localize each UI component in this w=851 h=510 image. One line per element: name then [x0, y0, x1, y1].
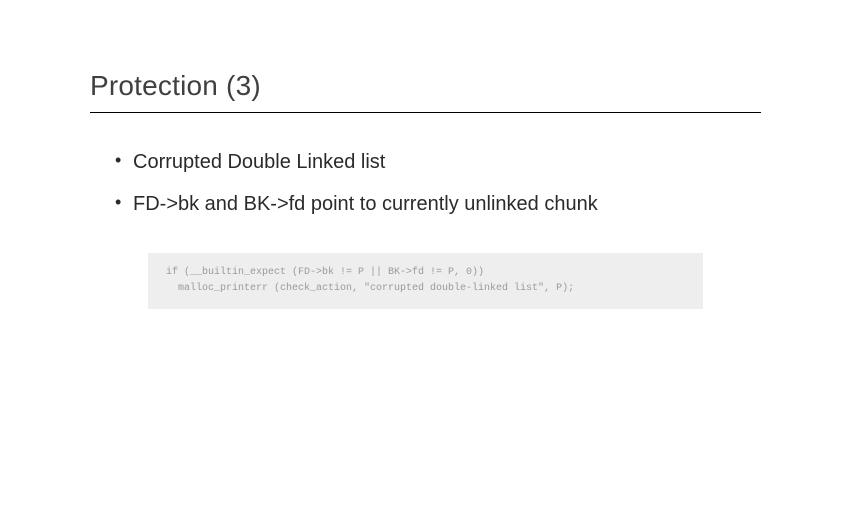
title-underline: [90, 112, 761, 113]
code-line: if (__builtin_expect (FD->bk != P || BK-…: [166, 267, 484, 278]
bullet-item: FD->bk and BK->fd point to currently unl…: [115, 190, 761, 218]
slide-title: Protection (3): [90, 70, 761, 112]
bullet-item: Corrupted Double Linked list: [115, 148, 761, 176]
bullet-list: Corrupted Double Linked list FD->bk and …: [90, 148, 761, 218]
code-snippet: if (__builtin_expect (FD->bk != P || BK-…: [148, 253, 703, 309]
slide: Protection (3) Corrupted Double Linked l…: [0, 0, 851, 510]
code-line: malloc_printerr (check_action, "corrupte…: [166, 283, 574, 294]
